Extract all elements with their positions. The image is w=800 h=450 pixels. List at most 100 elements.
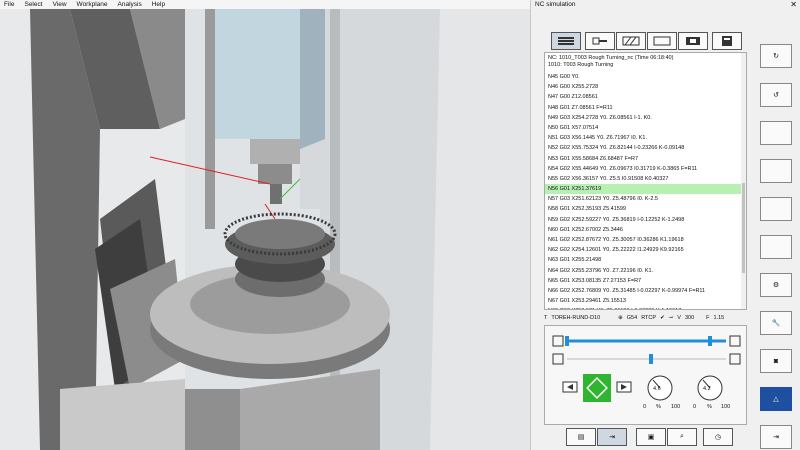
rotate-back-icon: ↺ bbox=[773, 92, 779, 99]
stopwatch-icon: ◷ bbox=[714, 434, 722, 441]
tool-view-button[interactable] bbox=[585, 32, 615, 50]
menu-bar: File Select View Workplane Analysis Help bbox=[0, 0, 530, 9]
workoffset-icon: ⊕ bbox=[618, 314, 623, 321]
progress-slider-left-handle[interactable] bbox=[565, 336, 569, 346]
nc-line[interactable]: N55 G02 X56.36157 Y0. Z5.5 I0.91508 K0.4… bbox=[545, 174, 746, 184]
nc-line[interactable]: N66 G02 X252.76809 Y0. Z5.31485 I-0.0229… bbox=[545, 286, 746, 296]
nc-line[interactable]: N52 G02 X55.75324 Y0. Z6.82144 I-0.23266… bbox=[545, 143, 746, 153]
menu-analysis[interactable]: Analysis bbox=[118, 1, 142, 8]
nc-line[interactable]: N67 G01 X253.29461 Z5.15513 bbox=[545, 296, 746, 306]
gauge1-max: 100 bbox=[671, 404, 681, 410]
close-icon[interactable]: ✕ bbox=[790, 0, 797, 9]
nc-line[interactable]: N59 G02 X252.59227 Y0. Z5.36819 I-0.1225… bbox=[545, 215, 746, 225]
reverse-view-button[interactable]: ↺ bbox=[760, 83, 792, 107]
side-button-4[interactable] bbox=[760, 159, 792, 183]
settings-view-button[interactable] bbox=[712, 32, 742, 50]
tool-name: TOREH-RUND-D10 bbox=[551, 314, 601, 321]
nc-line[interactable]: N56 G01 X251.37619 bbox=[545, 184, 746, 195]
step-end-icon[interactable] bbox=[729, 335, 741, 347]
tool-icon bbox=[592, 37, 607, 45]
machine-view-button[interactable] bbox=[678, 32, 708, 50]
controls-graphic bbox=[552, 335, 741, 402]
blank-view-button[interactable] bbox=[647, 32, 677, 50]
triangle-icon: △ bbox=[773, 396, 779, 403]
rotate-icon: ↻ bbox=[773, 53, 779, 60]
nc-line[interactable]: N65 G01 X253.08135 Z7.27153 F=R7 bbox=[545, 276, 746, 286]
menu-view[interactable]: View bbox=[53, 1, 67, 8]
nc-list-view-button[interactable] bbox=[551, 32, 581, 50]
nc-line[interactable]: N64 G02 X255.23796 Y0. Z7.22196 I0. K1. bbox=[545, 266, 746, 276]
jump-button[interactable]: ⇥ bbox=[597, 428, 627, 446]
machine-icon bbox=[686, 37, 700, 45]
settings-sheet-icon bbox=[722, 36, 732, 46]
nc-line[interactable]: N45 G00 Y0. bbox=[545, 72, 746, 82]
nc-line[interactable]: N61 G02 X252.87672 Y0. Z5.30057 I0.36286… bbox=[545, 235, 746, 245]
side-button-6[interactable] bbox=[760, 235, 792, 259]
wrench-button[interactable]: 🔧 bbox=[760, 311, 792, 335]
menu-help[interactable]: Help bbox=[152, 1, 165, 8]
rtcp-label: RTCP bbox=[641, 314, 657, 321]
rectangle-icon bbox=[653, 36, 671, 46]
step-start-icon[interactable] bbox=[552, 335, 564, 347]
nc-line[interactable]: N48 G01 Z7.08561 F=R11 bbox=[545, 103, 746, 113]
machine-setup-button[interactable]: ⚙ bbox=[760, 273, 792, 297]
gauge2-min: 0 bbox=[693, 404, 697, 410]
speed-value: 300 bbox=[684, 314, 695, 321]
list-icon: ▤ bbox=[577, 434, 585, 441]
search-icon: ⌕ bbox=[680, 433, 684, 440]
nc-line[interactable]: N68 G03 X253.521 Y0. Z5.06136 I-0.36286 … bbox=[545, 306, 746, 309]
wrench-icon: 🔧 bbox=[771, 320, 781, 327]
tool-symbol: T bbox=[544, 314, 548, 321]
speed-fast-icon[interactable] bbox=[729, 353, 741, 365]
scrollbar-thumb[interactable] bbox=[742, 183, 745, 273]
side-button-3[interactable] bbox=[760, 121, 792, 145]
menu-select[interactable]: Select bbox=[24, 1, 42, 8]
scrollbar[interactable] bbox=[741, 53, 746, 309]
nc-line[interactable]: N51 G03 X56.1445 Y0. Z6.71967 I0. K1. bbox=[545, 133, 746, 143]
nc-line[interactable]: N46 G00 X255.2728 bbox=[545, 82, 746, 92]
spiral-icon: ◙ bbox=[773, 357, 779, 365]
check-icon: ✔ bbox=[660, 314, 665, 321]
work-offset: G54 bbox=[626, 314, 638, 321]
speed-slider-handle[interactable] bbox=[649, 354, 653, 364]
menu-workplane[interactable]: Workplane bbox=[77, 1, 108, 8]
side-button-5[interactable] bbox=[760, 197, 792, 221]
tool-info-button[interactable]: ▣ bbox=[636, 428, 666, 446]
3d-viewport[interactable] bbox=[0, 9, 530, 450]
simulation-controls: 4.6 4.2 0 % 100 0 % 100 bbox=[544, 325, 747, 425]
nc-line[interactable]: N63 G01 X255.21498 bbox=[545, 255, 746, 265]
nc-header-file: NC: 1010_T003 Rough Turning_nc (Time 06:… bbox=[548, 55, 674, 61]
nc-line[interactable]: N53 G01 X55.58684 Z6.68487 F=R7 bbox=[545, 154, 746, 164]
nc-line[interactable]: N54 G02 X55.44649 Y0. Z6.09673 I0.31719 … bbox=[545, 164, 746, 174]
nc-line[interactable]: N49 G03 X254.2728 Y0. Z6.08561 I-1. K0. bbox=[545, 113, 746, 123]
spiral-button[interactable]: ◙ bbox=[760, 349, 792, 373]
nc-code-list[interactable]: NC: 1010_T003 Rough Turning_nc (Time 06:… bbox=[544, 52, 747, 310]
gauge2-value: 4.2 bbox=[703, 386, 711, 392]
nc-header-op: 1010: T003 Rough Turning bbox=[548, 62, 614, 68]
nc-line[interactable]: N47 G00 Z12.08561 bbox=[545, 92, 746, 102]
status-info-bar: T TOREH-RUND-D10 ⊕ G54 RTCP ✔ ⊸ V 300 F … bbox=[544, 312, 747, 323]
machine-scene bbox=[0, 9, 530, 450]
rotate-view-button[interactable]: ↻ bbox=[760, 44, 792, 68]
exit-button[interactable]: ⇥ bbox=[760, 425, 792, 449]
search-button[interactable]: ⌕ bbox=[667, 428, 697, 446]
progress-slider-right-handle[interactable] bbox=[708, 336, 712, 346]
machine-list-button[interactable]: ▤ bbox=[566, 428, 596, 446]
nc-line[interactable]: N60 G01 X252.67002 Z5.3446 bbox=[545, 225, 746, 235]
panel-title: NC simulation bbox=[535, 1, 576, 8]
timer-button[interactable]: ◷ bbox=[703, 428, 733, 446]
feed-factor: 1.15 bbox=[713, 314, 725, 321]
gauge1-unit: % bbox=[656, 404, 661, 410]
arrow-right-icon: ⇥ bbox=[609, 434, 615, 441]
menu-file[interactable]: File bbox=[4, 1, 14, 8]
speed-slow-icon[interactable] bbox=[552, 353, 564, 365]
gauge2-unit: % bbox=[707, 404, 712, 410]
warning-button[interactable]: △ bbox=[760, 387, 792, 411]
speed-v-label: V bbox=[677, 314, 681, 321]
hatch-icon bbox=[622, 36, 640, 46]
nc-line[interactable]: N57 G03 X251.62123 Y0. Z5.48796 I0. K-2.… bbox=[545, 194, 746, 204]
stock-view-button[interactable] bbox=[616, 32, 646, 50]
nc-line[interactable]: N50 G01 X57.07514 bbox=[545, 123, 746, 133]
nc-line[interactable]: N58 G01 X252.35193 Z5.41599 bbox=[545, 204, 746, 214]
nc-line[interactable]: N62 G02 X254.12601 Y0. Z5.22222 I1.24929… bbox=[545, 245, 746, 255]
